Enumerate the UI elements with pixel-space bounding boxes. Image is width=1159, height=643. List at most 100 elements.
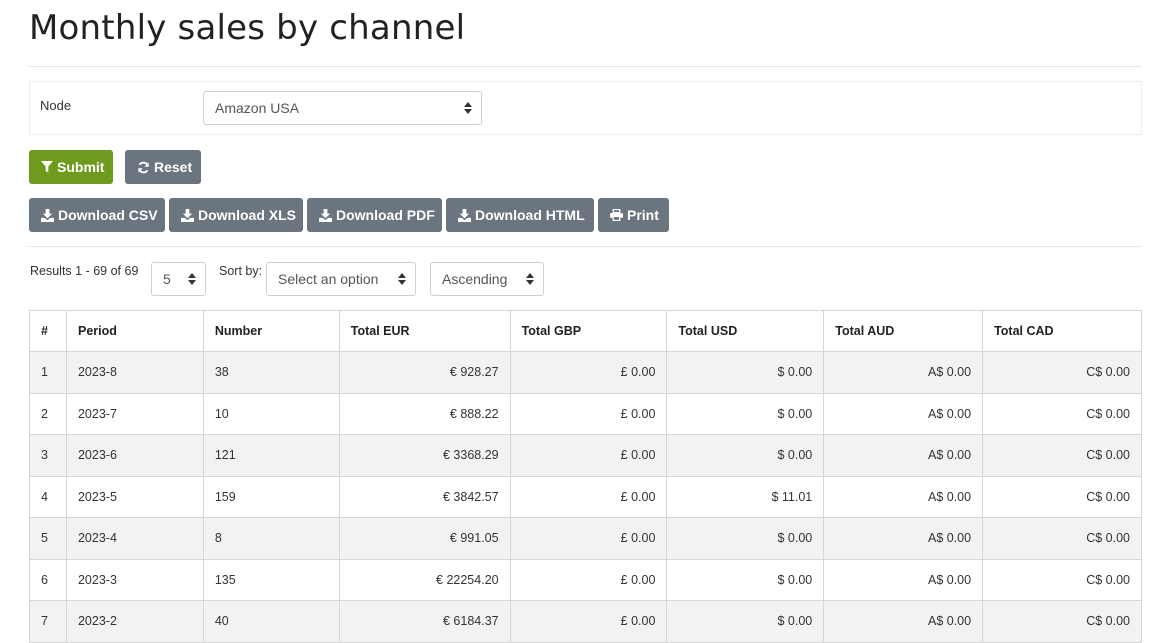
print-label: Print [627, 207, 659, 223]
sort-by-label: Sort by: [219, 264, 263, 278]
download-csv-button[interactable]: Download CSV [29, 198, 165, 232]
col-header-total-cad[interactable]: Total CAD [982, 310, 1142, 352]
cell-total-cad: C$ 0.00 [982, 434, 1142, 477]
node-select-value: Amazon USA [215, 100, 300, 116]
cell-total-aud: A$ 0.00 [823, 434, 984, 477]
cell-index: 6 [29, 558, 67, 601]
col-header-total-gbp[interactable]: Total GBP [509, 310, 668, 352]
cell-total-usd: $ 0.00 [666, 600, 825, 643]
page-title: Monthly sales by channel [29, 8, 466, 48]
col-header-period[interactable]: Period [65, 310, 204, 352]
select-arrows-icon [464, 102, 472, 114]
sort-by-value: Select an option [278, 271, 379, 287]
download-icon [41, 208, 54, 222]
cell-total-aud: A$ 0.00 [823, 392, 984, 435]
cell-period: 2023-8 [65, 351, 204, 394]
node-label: Node [40, 98, 72, 113]
select-arrows-icon [398, 273, 406, 285]
col-header-number[interactable]: Number [202, 310, 340, 352]
col-header-total-usd[interactable]: Total USD [666, 310, 825, 352]
cell-number: 121 [202, 434, 340, 477]
reset-label: Reset [154, 159, 193, 175]
cell-total-aud: A$ 0.00 [823, 475, 984, 518]
cell-total-gbp: £ 0.00 [509, 600, 668, 643]
download-icon [319, 208, 332, 222]
table-header-row: # Period Number Total EUR Total GBP Tota… [29, 310, 1142, 352]
cell-total-usd: $ 0.00 [666, 558, 825, 601]
page-size-select[interactable]: 5 [151, 262, 206, 296]
cell-index: 5 [29, 517, 67, 560]
table-row: 6 2023-3 135 € 22254.20 £ 0.00 $ 0.00 A$… [29, 558, 1142, 601]
cell-total-gbp: £ 0.00 [509, 351, 668, 394]
cell-total-usd: $ 11.01 [666, 475, 825, 518]
cell-total-cad: C$ 0.00 [982, 558, 1142, 601]
cell-total-gbp: £ 0.00 [509, 475, 668, 518]
download-html-label: Download HTML [475, 207, 585, 223]
col-header-index[interactable]: # [29, 310, 67, 352]
results-summary: Results 1 - 69 of 69 [30, 264, 139, 278]
cell-total-cad: C$ 0.00 [982, 517, 1142, 560]
cell-total-eur: € 3842.57 [338, 475, 511, 518]
print-button[interactable]: Print [598, 198, 669, 232]
cell-total-eur: € 6184.37 [338, 600, 511, 643]
download-html-button[interactable]: Download HTML [446, 198, 594, 232]
table-row: 1 2023-8 38 € 928.27 £ 0.00 $ 0.00 A$ 0.… [29, 351, 1142, 394]
cell-total-gbp: £ 0.00 [509, 434, 668, 477]
filter-icon [41, 161, 53, 173]
cell-index: 1 [29, 351, 67, 394]
page-size-value: 5 [163, 271, 171, 287]
cell-number: 10 [202, 392, 340, 435]
sales-table: # Period Number Total EUR Total GBP Tota… [29, 310, 1142, 643]
reset-button[interactable]: Reset [125, 150, 201, 184]
download-xls-button[interactable]: Download XLS [169, 198, 303, 232]
title-divider [29, 66, 1142, 67]
cell-total-cad: C$ 0.00 [982, 392, 1142, 435]
cell-total-aud: A$ 0.00 [823, 558, 984, 601]
cell-total-cad: C$ 0.00 [982, 475, 1142, 518]
cell-period: 2023-5 [65, 475, 204, 518]
cell-index: 2 [29, 392, 67, 435]
cell-total-gbp: £ 0.00 [509, 517, 668, 560]
node-select[interactable]: Amazon USA [203, 91, 482, 125]
cell-index: 4 [29, 475, 67, 518]
download-pdf-button[interactable]: Download PDF [307, 198, 442, 232]
col-header-total-aud[interactable]: Total AUD [823, 310, 984, 352]
cell-total-aud: A$ 0.00 [823, 351, 984, 394]
cell-total-aud: A$ 0.00 [823, 600, 984, 643]
cell-total-usd: $ 0.00 [666, 392, 825, 435]
submit-button[interactable]: Submit [29, 150, 113, 184]
submit-label: Submit [57, 159, 105, 175]
table-row: 4 2023-5 159 € 3842.57 £ 0.00 $ 11.01 A$… [29, 475, 1142, 518]
cell-total-eur: € 22254.20 [338, 558, 511, 601]
cell-period: 2023-7 [65, 392, 204, 435]
select-arrows-icon [526, 273, 534, 285]
download-icon [458, 208, 471, 222]
cell-total-cad: C$ 0.00 [982, 351, 1142, 394]
cell-number: 38 [202, 351, 340, 394]
col-header-total-eur[interactable]: Total EUR [338, 310, 511, 352]
download-xls-label: Download XLS [198, 207, 296, 223]
cell-total-usd: $ 0.00 [666, 434, 825, 477]
cell-total-usd: $ 0.00 [666, 351, 825, 394]
cell-period: 2023-6 [65, 434, 204, 477]
cell-number: 40 [202, 600, 340, 643]
download-csv-label: Download CSV [58, 207, 158, 223]
cell-index: 7 [29, 600, 67, 643]
sort-order-select[interactable]: Ascending [430, 262, 544, 296]
download-pdf-label: Download PDF [336, 207, 435, 223]
table-row: 7 2023-2 40 € 6184.37 £ 0.00 $ 0.00 A$ 0… [29, 600, 1142, 643]
filter-panel: Node Amazon USA [29, 81, 1142, 135]
sort-by-select[interactable]: Select an option [266, 262, 416, 296]
cell-number: 8 [202, 517, 340, 560]
print-icon [610, 209, 623, 221]
cell-index: 3 [29, 434, 67, 477]
sort-order-value: Ascending [442, 271, 508, 287]
cell-total-gbp: £ 0.00 [509, 392, 668, 435]
refresh-icon [138, 161, 149, 173]
cell-total-eur: € 3368.29 [338, 434, 511, 477]
cell-total-eur: € 991.05 [338, 517, 511, 560]
cell-total-gbp: £ 0.00 [509, 558, 668, 601]
cell-total-usd: $ 0.00 [666, 517, 825, 560]
cell-period: 2023-4 [65, 517, 204, 560]
cell-period: 2023-3 [65, 558, 204, 601]
